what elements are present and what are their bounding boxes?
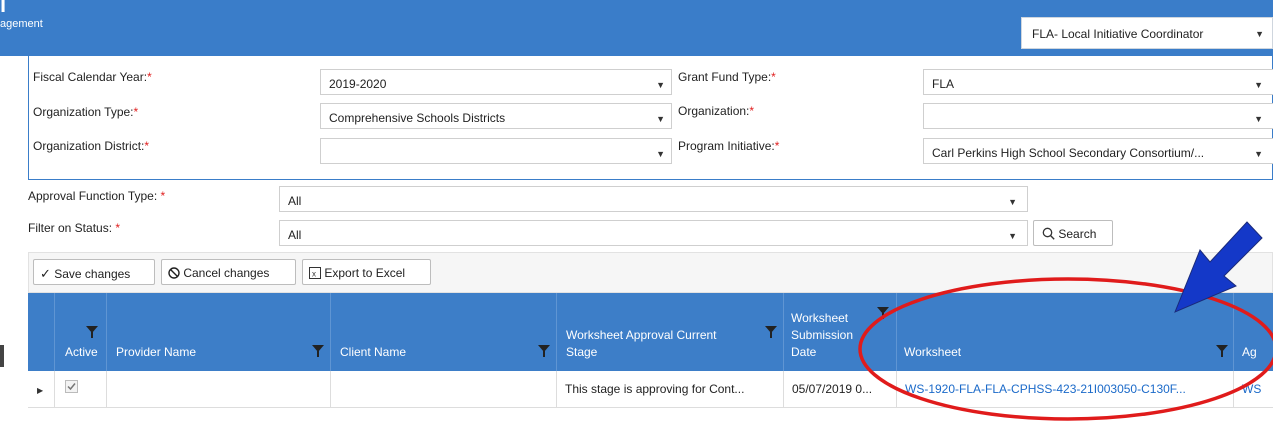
annotation-circle [858, 277, 1273, 421]
annotation-overlay [858, 221, 1273, 421]
annotation-arrow [1174, 221, 1263, 313]
